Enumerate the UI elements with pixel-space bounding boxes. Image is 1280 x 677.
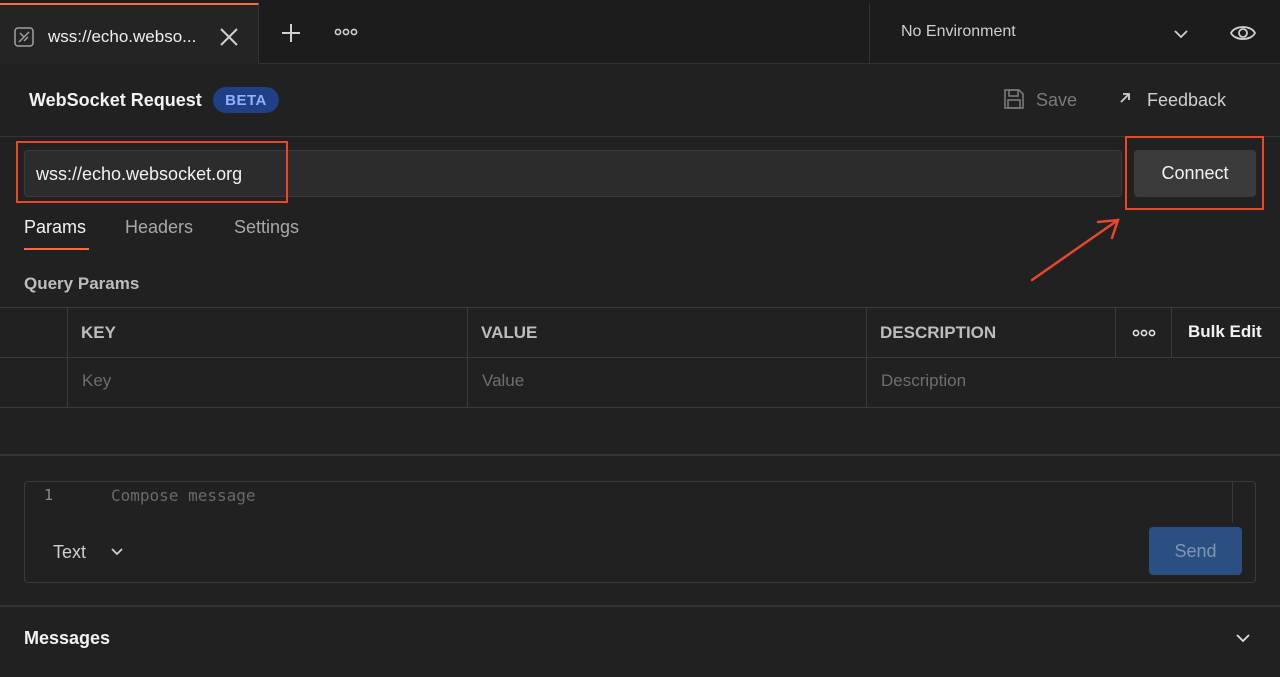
tab-params[interactable]: Params [24,217,86,238]
save-label: Save [1036,90,1078,110]
table-header-border [0,357,1280,358]
header-divider [0,136,1280,137]
table-top-border [0,307,1280,308]
description-input[interactable]: Description [881,371,966,391]
bulk-edit-button[interactable]: Bulk Edit [1188,322,1262,342]
close-icon[interactable] [218,26,240,48]
table-col-divider [1115,307,1116,357]
messages-label: Messages [24,628,111,648]
editor-scrollbar-track [1232,482,1233,522]
more-options-icon[interactable] [333,24,359,40]
tab-headers[interactable]: Headers [125,217,193,238]
environment-label: No Environment [901,23,1016,40]
line-number: 1 [44,486,54,504]
message-format-select[interactable]: Text [53,540,133,566]
feedback-label: Feedback [1147,90,1227,110]
messages-divider [0,605,1280,607]
column-header-value: VALUE [481,323,538,342]
send-button[interactable]: Send [1149,527,1242,575]
new-tab-plus-icon[interactable] [279,21,303,45]
beta-badge: BETA [213,87,279,113]
table-col-divider [866,307,867,407]
compose-message-input[interactable]: Compose message [111,486,256,505]
chevron-down-icon [1174,30,1188,39]
tab-title: wss://echo.webso... [48,27,197,46]
chevron-down-icon[interactable] [1234,629,1252,647]
page-title: WebSocket Request [29,90,202,110]
key-input[interactable]: Key [82,371,111,391]
feedback-button[interactable]: Feedback [1116,86,1246,114]
query-params-label: Query Params [24,274,140,293]
arrow-up-right-icon [1120,93,1130,103]
table-more-options-icon[interactable] [1132,326,1156,340]
connect-highlight-box [1125,136,1264,210]
eye-icon[interactable] [1229,20,1257,46]
column-header-description: DESCRIPTION [880,323,997,342]
environment-select[interactable]: No Environment [870,3,1210,64]
table-row-border [0,407,1280,408]
format-label: Text [53,542,87,562]
table-col-divider [1171,307,1172,357]
url-highlight-box [16,141,288,203]
active-tab-underline [24,248,89,250]
save-button[interactable]: Save [1002,86,1092,114]
value-input[interactable]: Value [482,371,524,391]
table-col-divider [67,307,68,407]
tab-bar: wss://echo.webso... No Environment [0,0,1280,64]
tab-settings[interactable]: Settings [234,217,299,238]
column-header-key: KEY [81,323,116,342]
request-tab[interactable]: wss://echo.webso... [0,3,259,64]
table-col-divider [467,307,468,407]
annotation-arrow-icon [1030,218,1120,282]
pane-splitter[interactable] [0,454,1280,456]
chevron-down-icon [111,548,123,556]
save-icon [1004,89,1024,109]
websocket-icon [14,27,34,47]
